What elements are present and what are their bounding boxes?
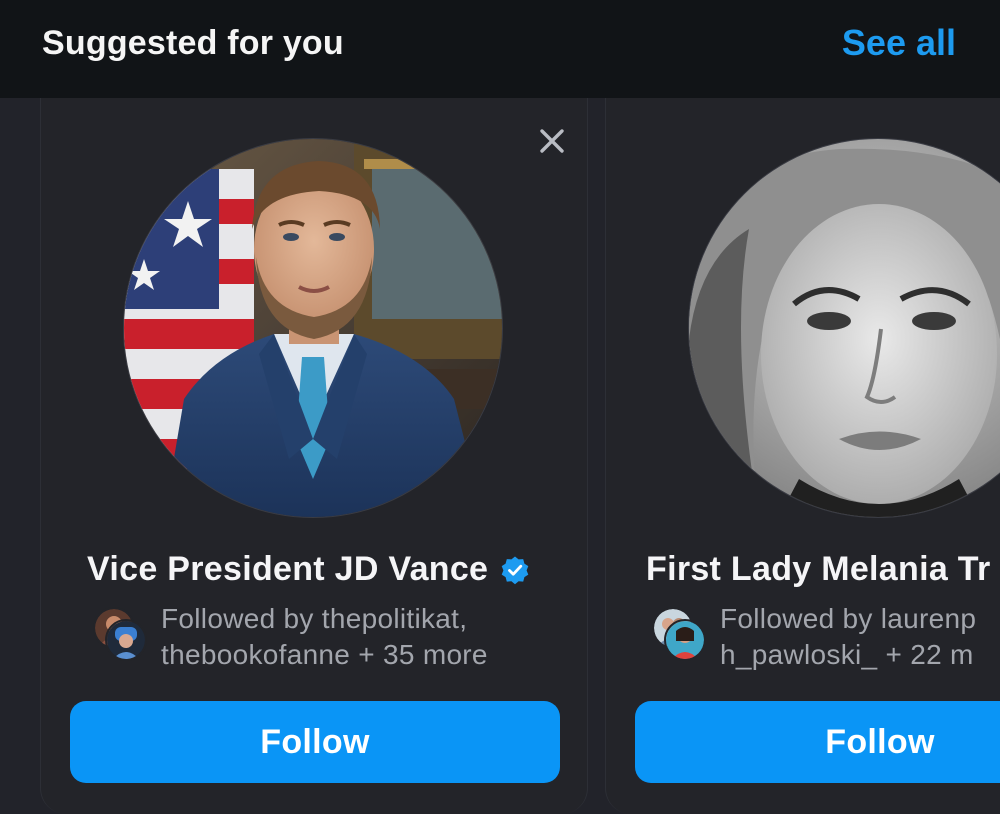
followed-by: Followed by laurenp h_pawloski_ + 22 m [652,601,976,673]
followed-by-line-1: Followed by thepolitikat, [161,603,468,634]
mutual-avatar [664,619,706,661]
followed-by-line-1: Followed by laurenp [720,603,977,634]
see-all-link[interactable]: See all [842,22,956,64]
section-title: Suggested for you [42,24,344,62]
profile-avatar[interactable] [689,139,1000,517]
mutual-followers-avatars [652,601,710,663]
suggestion-card: Vice President JD Vance Followed by thep… [40,98,588,814]
suggestion-card: First Lady Melania Tr Followed by lauren… [605,98,1000,814]
follow-button[interactable]: Follow [70,701,560,783]
mutual-avatar [105,619,147,661]
suggestion-carousel[interactable]: Vice President JD Vance Followed by thep… [0,98,1000,814]
followed-by-line-2: h_pawloski_ + 22 m [720,639,974,670]
suggestions-header: Suggested for you See all [0,0,1000,98]
followed-by-line-2: thebookofanne + 35 more [161,639,488,670]
mutual-followers-avatars [93,601,151,663]
followed-by: Followed by thepolitikat, thebookofanne … [93,601,488,673]
profile-name[interactable]: First Lady Melania Tr [646,550,991,589]
profile-name[interactable]: Vice President JD Vance [87,550,488,589]
profile-name-row[interactable]: First Lady Melania Tr [646,550,991,589]
profile-avatar[interactable] [124,139,502,517]
verified-badge-icon [501,556,529,584]
profile-name-row[interactable]: Vice President JD Vance [87,550,530,589]
close-icon[interactable] [535,124,569,158]
follow-button[interactable]: Follow [635,701,1000,783]
